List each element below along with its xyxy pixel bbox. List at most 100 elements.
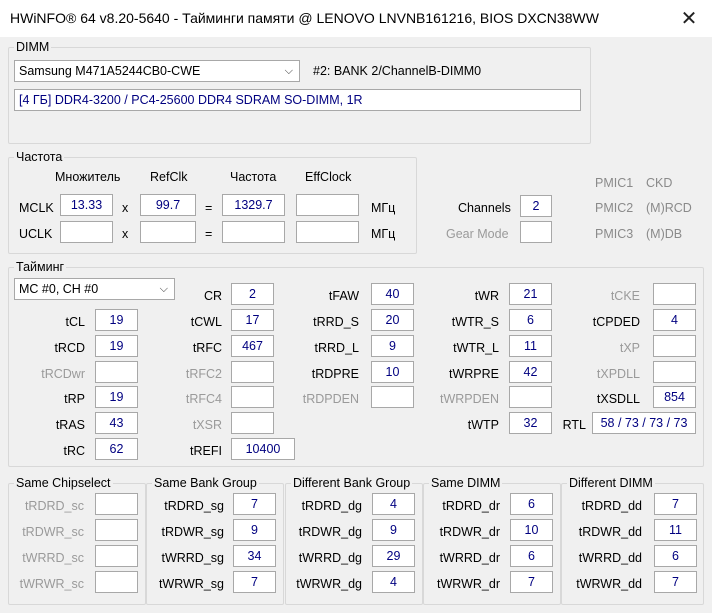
tRDWR_sg-value: 9 [233, 519, 276, 541]
tRDRD_dr-label: tRDRD_dr [442, 499, 500, 513]
tRDWR_sc-label: tRDWR_sc [22, 525, 84, 539]
pmic1-value: CKD [646, 176, 673, 190]
pmic3-value: (M)DB [646, 227, 683, 241]
tRDRD_sc-value [95, 493, 138, 515]
tWRRD_sc-value [95, 545, 138, 567]
tWRRD_dg-label: tWRRD_dg [298, 551, 362, 565]
tWRWR_dd-value: 7 [654, 571, 697, 593]
tCL-label: tCL [65, 315, 85, 329]
tRDRD_dd-value: 7 [654, 493, 697, 515]
tRP-value: 19 [95, 386, 138, 408]
col-refclk-header: RefClk [150, 170, 188, 184]
diff-bank-group-legend: Different Bank Group [291, 476, 413, 490]
chevron-down-icon: ⌵ [284, 65, 293, 77]
tRCDwr-value [95, 361, 138, 383]
mc-channel-select[interactable]: MC #0, CH #0 ⌵ [14, 278, 175, 300]
tWTP-label: tWTP [467, 418, 499, 432]
same-bank-group-legend: Same Bank Group [152, 476, 259, 490]
uclk-times-sign: x [122, 227, 129, 241]
tRDPRE-label: tRDPRE [311, 367, 359, 381]
uclk-effclock-value [296, 221, 359, 243]
tWRRD_sg-value: 34 [233, 545, 276, 567]
mclk-refclk-value: 99.7 [140, 194, 196, 216]
tRC-value: 62 [95, 438, 138, 460]
tXSDLL-label: tXSDLL [596, 392, 640, 406]
pmic2-label: PMIC2 [595, 201, 634, 215]
tRRD_S-label: tRRD_S [313, 315, 359, 329]
tWRPRE-value: 42 [509, 361, 552, 383]
tWRRD_sc-label: tWRRD_sc [22, 551, 84, 565]
tWRPDEN-label: tWRPDEN [439, 392, 499, 406]
tWRWR_dd-label: tWRWR_dd [576, 577, 642, 591]
close-icon: ✕ [680, 8, 698, 30]
mclk-equals-sign: = [205, 201, 213, 215]
CR-value: 2 [231, 283, 274, 305]
dimm-module-select[interactable]: Samsung M471A5244CB0-CWE ⌵ [14, 60, 300, 82]
channels-label: Channels [458, 201, 511, 215]
close-button[interactable]: ✕ [666, 0, 712, 37]
gear-mode-value [520, 221, 552, 243]
tRAS-label: tRAS [55, 418, 85, 432]
mclk-label: MCLK [19, 201, 54, 215]
title-bar: HWiNFO® 64 v8.20-5640 - Тайминги памяти … [0, 0, 712, 37]
dimm-description: [4 ГБ] DDR4-3200 / PC4-25600 DDR4 SDRAM … [14, 89, 581, 111]
tRFC-value: 467 [231, 335, 274, 357]
tRDRD_sc-label: tRDRD_sc [24, 499, 84, 513]
tWRRD_dd-value: 6 [654, 545, 697, 567]
chevron-down-icon: ⌵ [159, 283, 168, 295]
tWRRD_sg-label: tWRRD_sg [161, 551, 224, 565]
uclk-label: UCLK [19, 227, 53, 241]
tWTR_L-value: 11 [509, 335, 552, 357]
pmic3-label: PMIC3 [595, 227, 634, 241]
RTL-value: 58 / 73 / 73 / 73 [592, 412, 696, 434]
tWRRD_dg-value: 29 [372, 545, 415, 567]
tREFI-value: 10400 [231, 438, 295, 460]
tXSDLL-value: 854 [653, 386, 696, 408]
timing-legend: Тайминг [14, 260, 67, 274]
tRDWR_sc-value [95, 519, 138, 541]
tRFC4-label: tRFC4 [185, 392, 222, 406]
RTL-label: RTL [562, 418, 586, 432]
uclk-refclk-value [140, 221, 196, 243]
uclk-multiplier-value [60, 221, 113, 243]
tRDRD_dg-label: tRDRD_dg [301, 499, 362, 513]
same-chipselect-legend: Same Chipselect [14, 476, 113, 490]
tRCD-value: 19 [95, 335, 138, 357]
tRDRD_dr-value: 6 [510, 493, 553, 515]
CR-label: CR [203, 289, 222, 303]
uclk-freq-value [222, 221, 285, 243]
tWRWR_dr-value: 7 [510, 571, 553, 593]
tRFC2-label: tRFC2 [185, 367, 222, 381]
pmic2-value: (M)RCD [646, 201, 692, 215]
tWTP-value: 32 [509, 412, 552, 434]
tRDPDEN-label: tRDPDEN [302, 392, 359, 406]
tRDWR_dd-label: tRDWR_dd [578, 525, 642, 539]
tWRWR_sc-label: tWRWR_sc [19, 577, 84, 591]
dimm-description-text: [4 ГБ] DDR4-3200 / PC4-25600 DDR4 SDRAM … [19, 93, 363, 107]
tCPDED-label: tCPDED [592, 315, 640, 329]
tFAW-value: 40 [371, 283, 414, 305]
tXSR-value [231, 412, 274, 434]
window-title: HWiNFO® 64 v8.20-5640 - Тайминги памяти … [10, 10, 599, 26]
tRFC4-value [231, 386, 274, 408]
tRAS-value: 43 [95, 412, 138, 434]
tCL-value: 19 [95, 309, 138, 331]
gear-mode-label: Gear Mode [446, 227, 509, 241]
tWTR_S-label: tWTR_S [451, 315, 499, 329]
tRCDwr-label: tRCDwr [41, 367, 85, 381]
dimm-legend: DIMM [14, 40, 52, 54]
tRDRD_sg-value: 7 [233, 493, 276, 515]
col-effclock-header: EffClock [305, 170, 352, 184]
tWRWR_sc-value [95, 571, 138, 593]
mclk-freq-value: 1329.7 [222, 194, 285, 216]
tWRWR_sg-value: 7 [233, 571, 276, 593]
tWRRD_dr-value: 6 [510, 545, 553, 567]
tXP-value [653, 335, 696, 357]
tFAW-label: tFAW [328, 289, 359, 303]
tRDWR_dg-value: 9 [372, 519, 415, 541]
channels-value: 2 [520, 195, 552, 217]
tRDWR_dr-value: 10 [510, 519, 553, 541]
tRDRD_sg-label: tRDRD_sg [164, 499, 224, 513]
col-freq-header: Частота [230, 170, 277, 184]
tCKE-value [653, 283, 696, 305]
